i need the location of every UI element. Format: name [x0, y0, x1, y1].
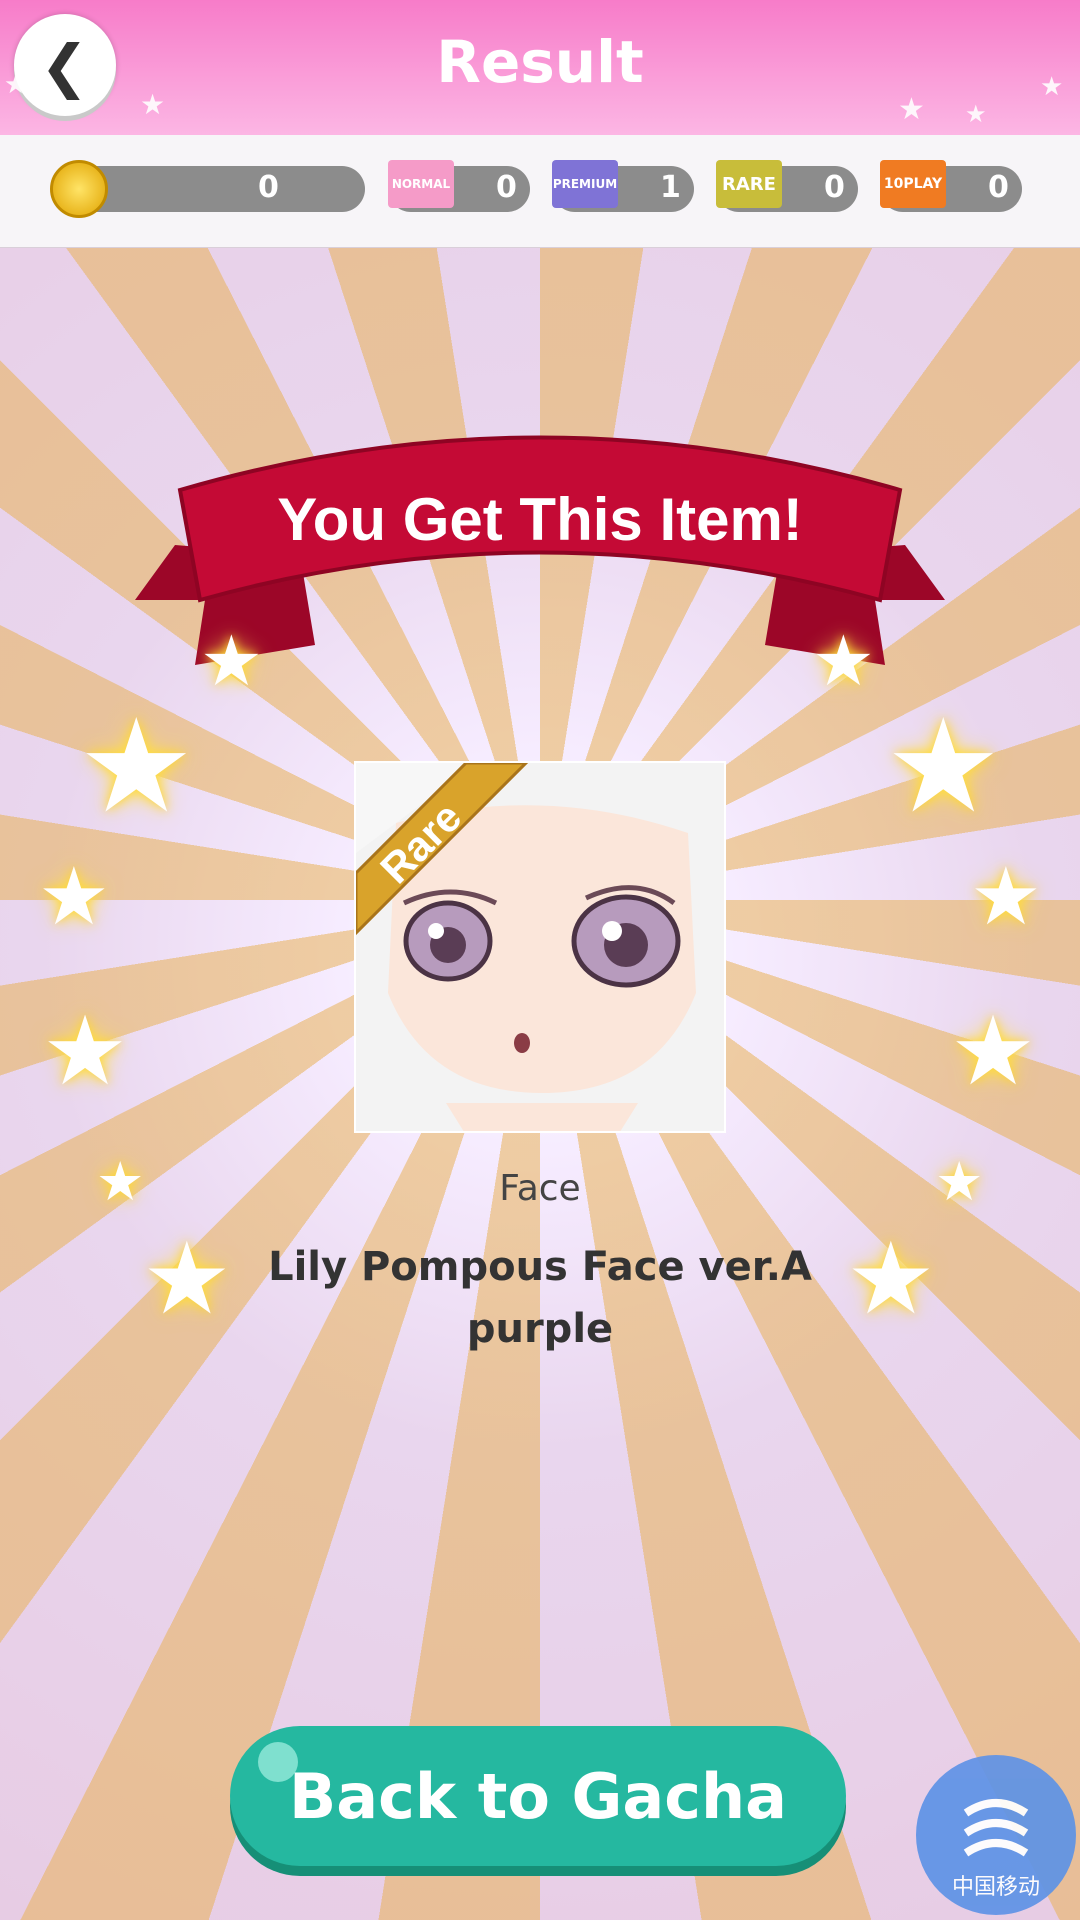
china-mobile-logo-icon: [963, 1799, 1029, 1857]
back-to-gacha-button[interactable]: Back to Gacha: [230, 1726, 846, 1866]
star-icon: ★: [200, 620, 263, 702]
ribbon-text: You Get This Item!: [277, 486, 803, 553]
item-category: Face: [499, 1168, 581, 1209]
coin-count: 0: [258, 170, 279, 205]
star-icon: ★: [38, 850, 110, 943]
page-title: Result: [436, 28, 644, 96]
gold-coin-icon: [50, 160, 108, 218]
rare-ticket-icon: RARE: [716, 160, 782, 208]
star-icon: ★: [812, 620, 875, 702]
normal-ticket-icon: NORMAL: [388, 160, 454, 208]
premium-ticket-count: 1: [660, 170, 681, 205]
decor-star-icon: ★: [1040, 72, 1064, 102]
10play-ticket-icon: 10PLAY: [880, 160, 946, 208]
normal-ticket-count: 0: [496, 170, 517, 205]
china-mobile-floating-button[interactable]: 中国移动: [916, 1755, 1076, 1915]
star-icon: ★: [846, 1220, 936, 1337]
china-mobile-label: 中国移动: [951, 1875, 1040, 1900]
header-bar: ❮ Result ★ ★ ★ ★ ★: [0, 0, 1080, 138]
item-thumbnail[interactable]: Rare: [354, 761, 726, 1133]
10play-ticket-count: 0: [988, 170, 1009, 205]
decor-star-icon: ★: [140, 88, 166, 121]
back-to-gacha-label: Back to Gacha: [289, 1760, 787, 1833]
star-icon: ★: [970, 850, 1042, 943]
star-icon: ★: [78, 690, 195, 842]
star-icon: ★: [950, 995, 1037, 1107]
decor-star-icon: ★: [4, 70, 28, 100]
star-icon: ★: [42, 995, 129, 1107]
star-icon: ★: [142, 1220, 232, 1337]
rare-badge: Rare: [356, 763, 529, 936]
item-name: Lily Pompous Face ver.A purple: [268, 1244, 812, 1352]
premium-ticket-icon: PREMIUM: [552, 160, 618, 208]
rare-ticket-count: 0: [824, 170, 845, 205]
star-icon: ★: [885, 690, 1002, 842]
decor-star-icon: ★: [898, 92, 925, 127]
decor-star-icon: ★: [965, 100, 987, 128]
